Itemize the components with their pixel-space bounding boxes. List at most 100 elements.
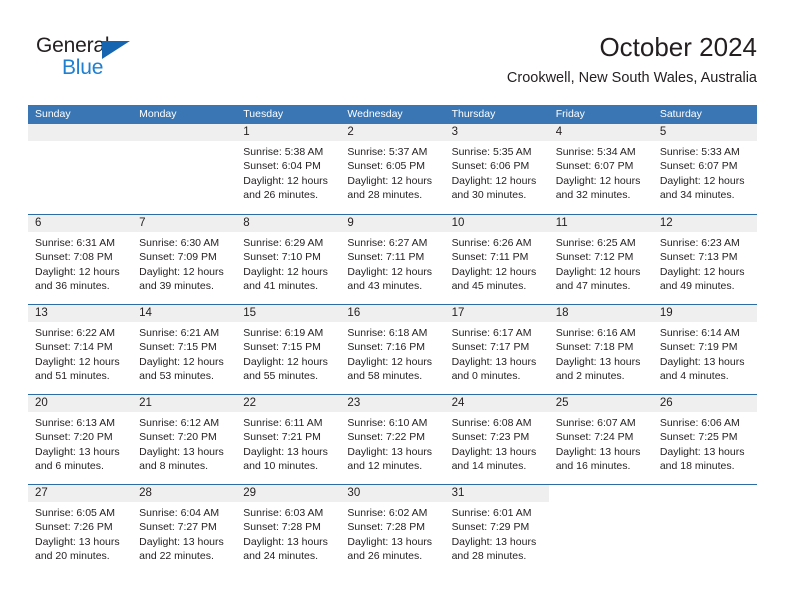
day-cell[interactable]: 27 Sunrise: 6:05 AM Sunset: 7:26 PM Dayl… <box>28 485 133 574</box>
day-cell[interactable]: 8 Sunrise: 6:29 AM Sunset: 7:10 PM Dayli… <box>236 215 341 304</box>
daylight-text-line2: and 58 minutes. <box>347 369 423 382</box>
daylight-text-line1: Daylight: 12 hours <box>659 174 745 187</box>
sunrise-text: Sunrise: 6:18 AM <box>347 327 428 339</box>
day-cell[interactable]: 30 Sunrise: 6:02 AM Sunset: 7:28 PM Dayl… <box>340 485 445 574</box>
day-details: Sunrise: 5:38 AM Sunset: 6:04 PM Dayligh… <box>236 141 340 202</box>
day-cell[interactable]: 14 Sunrise: 6:21 AM Sunset: 7:15 PM Dayl… <box>132 305 237 394</box>
day-cell[interactable]: 20 Sunrise: 6:13 AM Sunset: 7:20 PM Dayl… <box>28 395 133 484</box>
day-cell[interactable] <box>132 124 237 214</box>
day-details: Sunrise: 6:26 AM Sunset: 7:11 PM Dayligh… <box>445 232 549 293</box>
sunrise-text: Sunrise: 6:11 AM <box>243 417 323 429</box>
page-subtitle: Crookwell, New South Wales, Australia <box>506 70 757 86</box>
day-cell[interactable]: 3 Sunrise: 5:35 AM Sunset: 6:06 PM Dayli… <box>444 124 549 214</box>
day-cell[interactable]: 11 Sunrise: 6:25 AM Sunset: 7:12 PM Dayl… <box>548 215 653 304</box>
daylight-text-line2: and 41 minutes. <box>243 279 318 292</box>
daylight-text-line1: Daylight: 13 hours <box>451 355 537 368</box>
sunrise-text: Sunrise: 6:06 AM <box>659 417 740 429</box>
general-blue-logo[interactable]: General Blue <box>36 34 166 82</box>
sunset-text: Sunset: 7:21 PM <box>243 431 321 444</box>
daylight-text-line1: Daylight: 12 hours <box>451 265 537 278</box>
day-number: 17 <box>444 305 549 322</box>
day-number: 30 <box>340 485 445 502</box>
daylight-text-line2: and 34 minutes. <box>659 188 735 201</box>
day-cell[interactable]: 16 Sunrise: 6:18 AM Sunset: 7:16 PM Dayl… <box>340 305 445 394</box>
daylight-text-line2: and 32 minutes. <box>555 188 631 201</box>
day-cell[interactable]: 31 Sunrise: 6:01 AM Sunset: 7:29 PM Dayl… <box>444 485 549 574</box>
daylight-text-line2: and 28 minutes. <box>347 188 423 201</box>
daylight-text-line1: Daylight: 13 hours <box>347 535 433 548</box>
day-cell[interactable]: 9 Sunrise: 6:27 AM Sunset: 7:11 PM Dayli… <box>340 215 445 304</box>
day-cell[interactable]: 28 Sunrise: 6:04 AM Sunset: 7:27 PM Dayl… <box>132 485 237 574</box>
day-number: 12 <box>652 215 757 232</box>
day-number: 31 <box>444 485 549 502</box>
day-cell[interactable]: 26 Sunrise: 6:06 AM Sunset: 7:25 PM Dayl… <box>652 395 757 484</box>
sunrise-text: Sunrise: 5:38 AM <box>243 146 324 158</box>
day-details: Sunrise: 6:17 AM Sunset: 7:17 PM Dayligh… <box>445 322 549 383</box>
day-details: Sunrise: 6:05 AM Sunset: 7:26 PM Dayligh… <box>28 502 132 563</box>
sunset-text: Sunset: 7:29 PM <box>451 521 530 534</box>
day-cell[interactable] <box>652 485 757 574</box>
day-cell[interactable]: 23 Sunrise: 6:10 AM Sunset: 7:22 PM Dayl… <box>340 395 445 484</box>
day-number: 26 <box>652 395 757 412</box>
day-details: Sunrise: 6:27 AM Sunset: 7:11 PM Dayligh… <box>340 232 444 293</box>
day-cell[interactable]: 6 Sunrise: 6:31 AM Sunset: 7:08 PM Dayli… <box>28 215 133 304</box>
page-title: October 2024 <box>599 32 757 62</box>
day-cell[interactable]: 1 Sunrise: 5:38 AM Sunset: 6:04 PM Dayli… <box>236 124 341 214</box>
day-cell[interactable]: 2 Sunrise: 5:37 AM Sunset: 6:05 PM Dayli… <box>340 124 445 214</box>
logo-triangle-icon <box>102 41 130 59</box>
sunset-text: Sunset: 6:05 PM <box>347 160 426 173</box>
daylight-text-line2: and 6 minutes. <box>35 459 104 472</box>
day-details: Sunrise: 5:35 AM Sunset: 6:06 PM Dayligh… <box>445 141 549 202</box>
day-number: 16 <box>340 305 445 322</box>
day-cell[interactable] <box>548 485 653 574</box>
daylight-text-line2: and 36 minutes. <box>35 279 110 292</box>
sunrise-text: Sunrise: 5:34 AM <box>555 146 636 158</box>
day-cell[interactable]: 18 Sunrise: 6:16 AM Sunset: 7:18 PM Dayl… <box>548 305 653 394</box>
daylight-text-line1: Daylight: 12 hours <box>243 265 328 278</box>
day-cell[interactable]: 10 Sunrise: 6:26 AM Sunset: 7:11 PM Dayl… <box>444 215 549 304</box>
weekday-header-wednesday: Wednesday <box>347 108 403 120</box>
daylight-text-line2: and 20 minutes. <box>35 549 110 562</box>
daylight-text-line2: and 4 minutes. <box>659 369 729 382</box>
weekday-header-sunday: Sunday <box>35 108 71 120</box>
day-details: Sunrise: 5:33 AM Sunset: 6:07 PM Dayligh… <box>653 141 757 202</box>
day-details: Sunrise: 6:13 AM Sunset: 7:20 PM Dayligh… <box>28 412 132 473</box>
day-cell[interactable] <box>28 124 133 214</box>
day-cell[interactable]: 19 Sunrise: 6:14 AM Sunset: 7:19 PM Dayl… <box>652 305 757 394</box>
daylight-text-line1: Daylight: 12 hours <box>555 265 641 278</box>
day-cell[interactable]: 25 Sunrise: 6:07 AM Sunset: 7:24 PM Dayl… <box>548 395 653 484</box>
daylight-text-line1: Daylight: 13 hours <box>139 535 224 548</box>
day-cell[interactable]: 15 Sunrise: 6:19 AM Sunset: 7:15 PM Dayl… <box>236 305 341 394</box>
day-details: Sunrise: 6:31 AM Sunset: 7:08 PM Dayligh… <box>28 232 132 293</box>
daylight-text-line1: Daylight: 13 hours <box>347 445 433 458</box>
day-cell[interactable]: 22 Sunrise: 6:11 AM Sunset: 7:21 PM Dayl… <box>236 395 341 484</box>
day-cell[interactable]: 5 Sunrise: 5:33 AM Sunset: 6:07 PM Dayli… <box>652 124 757 214</box>
day-details: Sunrise: 6:12 AM Sunset: 7:20 PM Dayligh… <box>132 412 236 473</box>
sunset-text: Sunset: 7:12 PM <box>555 251 634 264</box>
day-cell[interactable]: 12 Sunrise: 6:23 AM Sunset: 7:13 PM Dayl… <box>652 215 757 304</box>
sunrise-text: Sunrise: 6:04 AM <box>139 507 220 519</box>
calendar-grid: Sunday Monday Tuesday Wednesday Thursday… <box>28 105 757 574</box>
day-number: 29 <box>236 485 341 502</box>
day-cell[interactable]: 29 Sunrise: 6:03 AM Sunset: 7:28 PM Dayl… <box>236 485 341 574</box>
day-number <box>653 485 757 502</box>
day-cell[interactable]: 24 Sunrise: 6:08 AM Sunset: 7:23 PM Dayl… <box>444 395 549 484</box>
daylight-text-line1: Daylight: 13 hours <box>35 535 120 548</box>
daylight-text-line1: Daylight: 13 hours <box>35 445 120 458</box>
day-details: Sunrise: 6:10 AM Sunset: 7:22 PM Dayligh… <box>340 412 444 473</box>
day-details: Sunrise: 6:04 AM Sunset: 7:27 PM Dayligh… <box>132 502 236 563</box>
calendar-page: General Blue October 2024 Crookwell, New… <box>0 0 792 612</box>
day-cell[interactable]: 4 Sunrise: 5:34 AM Sunset: 6:07 PM Dayli… <box>548 124 653 214</box>
daylight-text-line2: and 28 minutes. <box>451 549 527 562</box>
sunrise-text: Sunrise: 6:30 AM <box>139 237 220 249</box>
day-number: 6 <box>28 215 133 232</box>
day-cell[interactable]: 13 Sunrise: 6:22 AM Sunset: 7:14 PM Dayl… <box>28 305 133 394</box>
day-cell[interactable]: 7 Sunrise: 6:30 AM Sunset: 7:09 PM Dayli… <box>132 215 237 304</box>
day-cell[interactable]: 21 Sunrise: 6:12 AM Sunset: 7:20 PM Dayl… <box>132 395 237 484</box>
day-details <box>28 141 132 145</box>
sunrise-text: Sunrise: 6:25 AM <box>555 237 636 249</box>
sunrise-text: Sunrise: 6:08 AM <box>451 417 532 429</box>
day-cell[interactable]: 17 Sunrise: 6:17 AM Sunset: 7:17 PM Dayl… <box>444 305 549 394</box>
daylight-text-line1: Daylight: 13 hours <box>659 445 745 458</box>
sunset-text: Sunset: 7:28 PM <box>347 521 426 534</box>
